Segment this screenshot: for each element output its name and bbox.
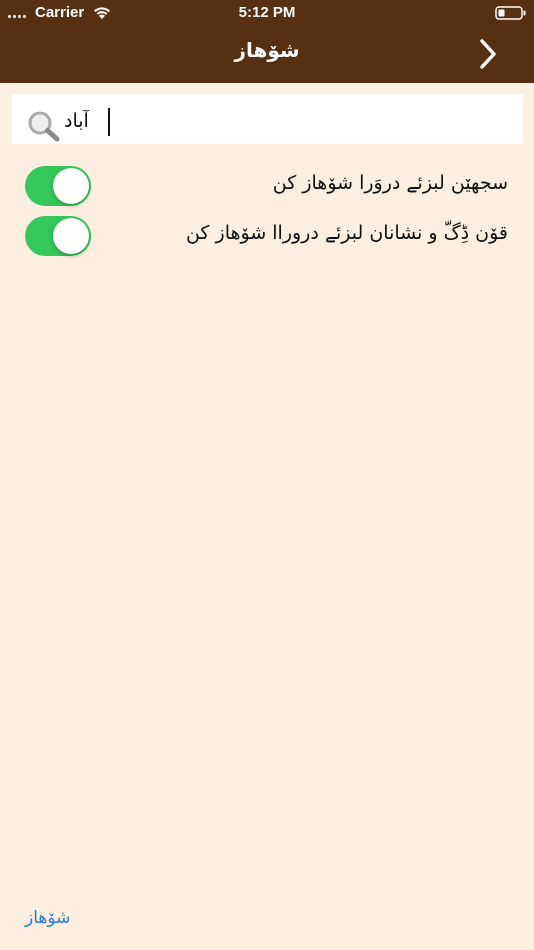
option-row: سجهێن لبزئے دروَرا شۆهاز کن	[0, 164, 534, 208]
option-toggle[interactable]	[25, 216, 91, 256]
page-title: شۆهاز	[234, 38, 300, 62]
search-input[interactable]	[64, 106, 504, 136]
option-row: قۆن ڈِگّ و نشانان لبزئے دروراا شۆهاز کن	[0, 214, 534, 258]
back-button[interactable]	[470, 34, 506, 74]
status-bar: Carrier 5:12 PM	[0, 0, 534, 28]
toggle-knob	[53, 218, 89, 254]
battery-icon	[495, 6, 526, 20]
navigation-header: Carrier 5:12 PM شۆهاز	[0, 0, 534, 83]
option-label: قۆن ڈِگّ و نشانان لبزئے دروراا شۆهاز کن	[185, 222, 508, 244]
search-link[interactable]: شۆهاز	[25, 908, 70, 928]
search-icon	[28, 111, 60, 142]
search-bar[interactable]	[12, 94, 523, 144]
toggle-knob	[53, 168, 89, 204]
option-label: سجهێن لبزئے دروَرا شۆهاز کن	[272, 172, 508, 194]
chevron-right-icon	[480, 39, 496, 69]
option-toggle[interactable]	[25, 166, 91, 206]
status-time: 5:12 PM	[238, 4, 296, 21]
text-cursor	[108, 108, 110, 136]
